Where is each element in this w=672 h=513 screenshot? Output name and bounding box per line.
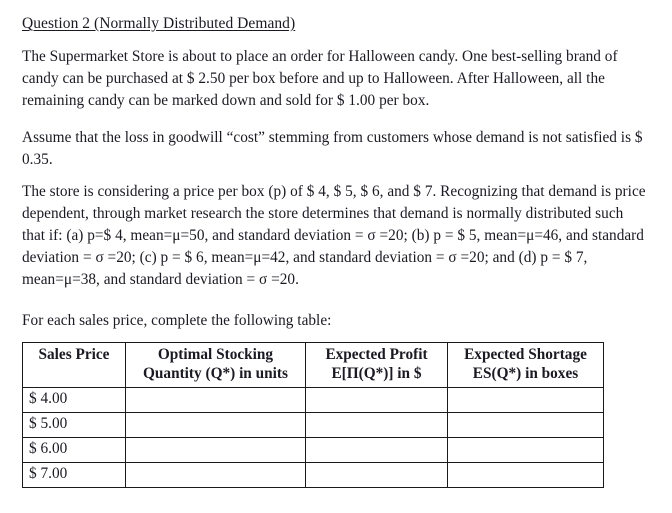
cell-optimal-quantity[interactable] — [125, 412, 306, 438]
stocking-table: Sales Price Optimal Stocking Quantity (Q… — [22, 342, 604, 488]
header-line-1: Expected Profit — [325, 346, 428, 363]
cell-expected-profit[interactable] — [305, 387, 448, 413]
header-line-2: Quantity (Q*) in units — [143, 365, 288, 382]
cell-optimal-quantity[interactable] — [125, 462, 306, 488]
cell-sales-price: $ 6.00 — [22, 437, 126, 463]
column-header-expected-shortage: Expected Shortage ES(Q*) in boxes — [447, 342, 604, 388]
column-header-optimal-stocking-quantity: Optimal Stocking Quantity (Q*) in units — [125, 342, 306, 388]
table-row: $ 6.00 — [22, 437, 604, 463]
cell-expected-shortage[interactable] — [447, 387, 604, 413]
cell-sales-price: $ 7.00 — [22, 462, 126, 488]
paragraph-goodwill-cost: Assume that the loss in goodwill “cost” … — [22, 129, 643, 168]
header-line-2: E[Π(Q*)] in $ — [331, 365, 422, 382]
header-line-1: Sales Price — [38, 346, 110, 363]
header-line-1: Expected Shortage — [464, 346, 587, 363]
paragraph-intro: The Supermarket Store is about to place … — [22, 48, 618, 109]
cell-sales-price: $ 4.00 — [22, 387, 126, 413]
document-page: Question 2 (Normally Distributed Demand)… — [0, 0, 672, 513]
cell-expected-shortage[interactable] — [447, 437, 604, 463]
table-row: $ 5.00 — [22, 412, 604, 438]
header-line-1: Optimal Stocking — [157, 346, 274, 363]
table-header-row: Sales Price Optimal Stocking Quantity (Q… — [22, 342, 604, 388]
table-row: $ 4.00 — [22, 387, 604, 413]
header-line-2: ES(Q*) in boxes — [472, 365, 579, 382]
paragraph-pricing-demand: The store is considering a price per box… — [22, 183, 646, 288]
cell-optimal-quantity[interactable] — [125, 437, 306, 463]
cell-expected-shortage[interactable] — [447, 462, 604, 488]
cell-sales-price: $ 5.00 — [22, 412, 126, 438]
paragraph-instruction: For each sales price, complete the follo… — [22, 312, 332, 329]
column-header-expected-profit: Expected Profit E[Π(Q*)] in $ — [305, 342, 448, 388]
cell-expected-profit[interactable] — [305, 437, 448, 463]
page-title: Question 2 (Normally Distributed Demand) — [22, 15, 296, 32]
cell-expected-shortage[interactable] — [447, 412, 604, 438]
cell-expected-profit[interactable] — [305, 462, 448, 488]
cell-expected-profit[interactable] — [305, 412, 448, 438]
column-header-sales-price: Sales Price — [22, 342, 126, 388]
cell-optimal-quantity[interactable] — [125, 387, 306, 413]
table-row: $ 7.00 — [22, 462, 604, 488]
